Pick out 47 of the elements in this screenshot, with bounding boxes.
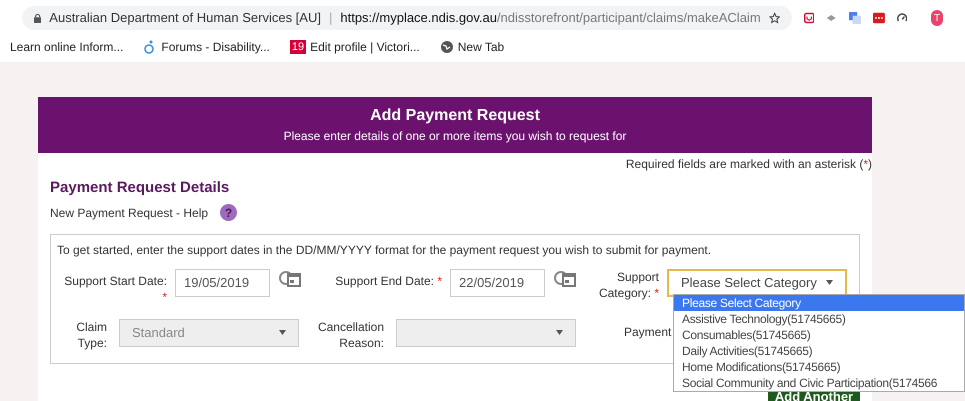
dropdown-option[interactable]: Please Select Category (674, 295, 964, 311)
field-label: Type: (78, 334, 107, 350)
dropdown-option[interactable]: Daily Activities(51745665) (674, 343, 964, 359)
dropdown[interactable]: Please Select Category (667, 268, 847, 296)
url-text: https://myplace.ndis.gov.au/ndisstorefront/participant/claims/makeAClaim (340, 9, 761, 28)
bookmark-link[interactable]: Edit profile | Victori... (310, 38, 420, 56)
bookmark-link[interactable]: Forums - Disability... (161, 38, 270, 56)
instructions-text: To get started, enter the support dates in the DD/MM/YYYY format for the payment request you wish to submit for payment. (57, 242, 712, 258)
date-field[interactable]: 19/05/2019 (175, 268, 270, 296)
shield-icon[interactable] (804, 11, 814, 25)
field-label: Support Start Date: (64, 274, 167, 288)
date-field[interactable]: 22/05/2019 (450, 268, 545, 296)
field-label: Reason: (339, 334, 384, 350)
site-name: Australian Department of Human Services [AU] (49, 9, 321, 28)
dropdown-option[interactable]: Consumables(51745665) (674, 327, 964, 343)
field-label: Claim (76, 318, 107, 334)
calendar-badge: 19 (290, 40, 306, 54)
address-bar[interactable]: Australian Department of Human Services [AU] | https://myplace.ndis.gov.au/ndisstorefront/participant/claims/makeAClaim (22, 6, 792, 30)
required-note: Required fields are marked with an asterisk (*) (626, 156, 872, 173)
dropdown-option[interactable]: Assistive Technology(51745665) (674, 311, 964, 327)
lock-icon (34, 12, 42, 24)
required-asterisk: * (654, 286, 659, 300)
bookmark-link[interactable]: New Tab (458, 38, 504, 56)
field-label: Payment (624, 324, 672, 340)
calendar-icon[interactable] (278, 268, 304, 288)
help-link[interactable]: New Payment Request - Help (50, 204, 208, 222)
field-label: Support (616, 268, 659, 284)
field-label: Support End Date: (335, 274, 434, 288)
profile-avatar[interactable]: T (931, 10, 943, 26)
required-asterisk: * (437, 274, 442, 288)
caret-icon (826, 280, 833, 285)
calendar-icon[interactable] (553, 268, 579, 288)
section-heading: Payment Request Details (50, 178, 230, 198)
dropdown-option[interactable]: Home Modifications(51745665) (674, 359, 964, 375)
caret-icon (556, 330, 563, 335)
field-label: Cancellation (318, 318, 384, 334)
required-asterisk: * (162, 290, 167, 304)
bookmark-link[interactable]: Learn online Inform... (10, 38, 124, 56)
caret-icon (279, 330, 286, 335)
field-label: Category: * (598, 284, 659, 300)
separator: | (328, 9, 332, 28)
dropdown-option[interactable]: Social Community and Civic Participation(5174566 (674, 375, 964, 391)
banner-subtitle: Please enter details of one or more items you wish to request for (284, 128, 626, 145)
banner-title: Add Payment Request (370, 106, 540, 126)
extension-icon[interactable] (826, 13, 837, 23)
star-icon[interactable] (768, 11, 780, 25)
dots-icon[interactable] (872, 11, 885, 25)
